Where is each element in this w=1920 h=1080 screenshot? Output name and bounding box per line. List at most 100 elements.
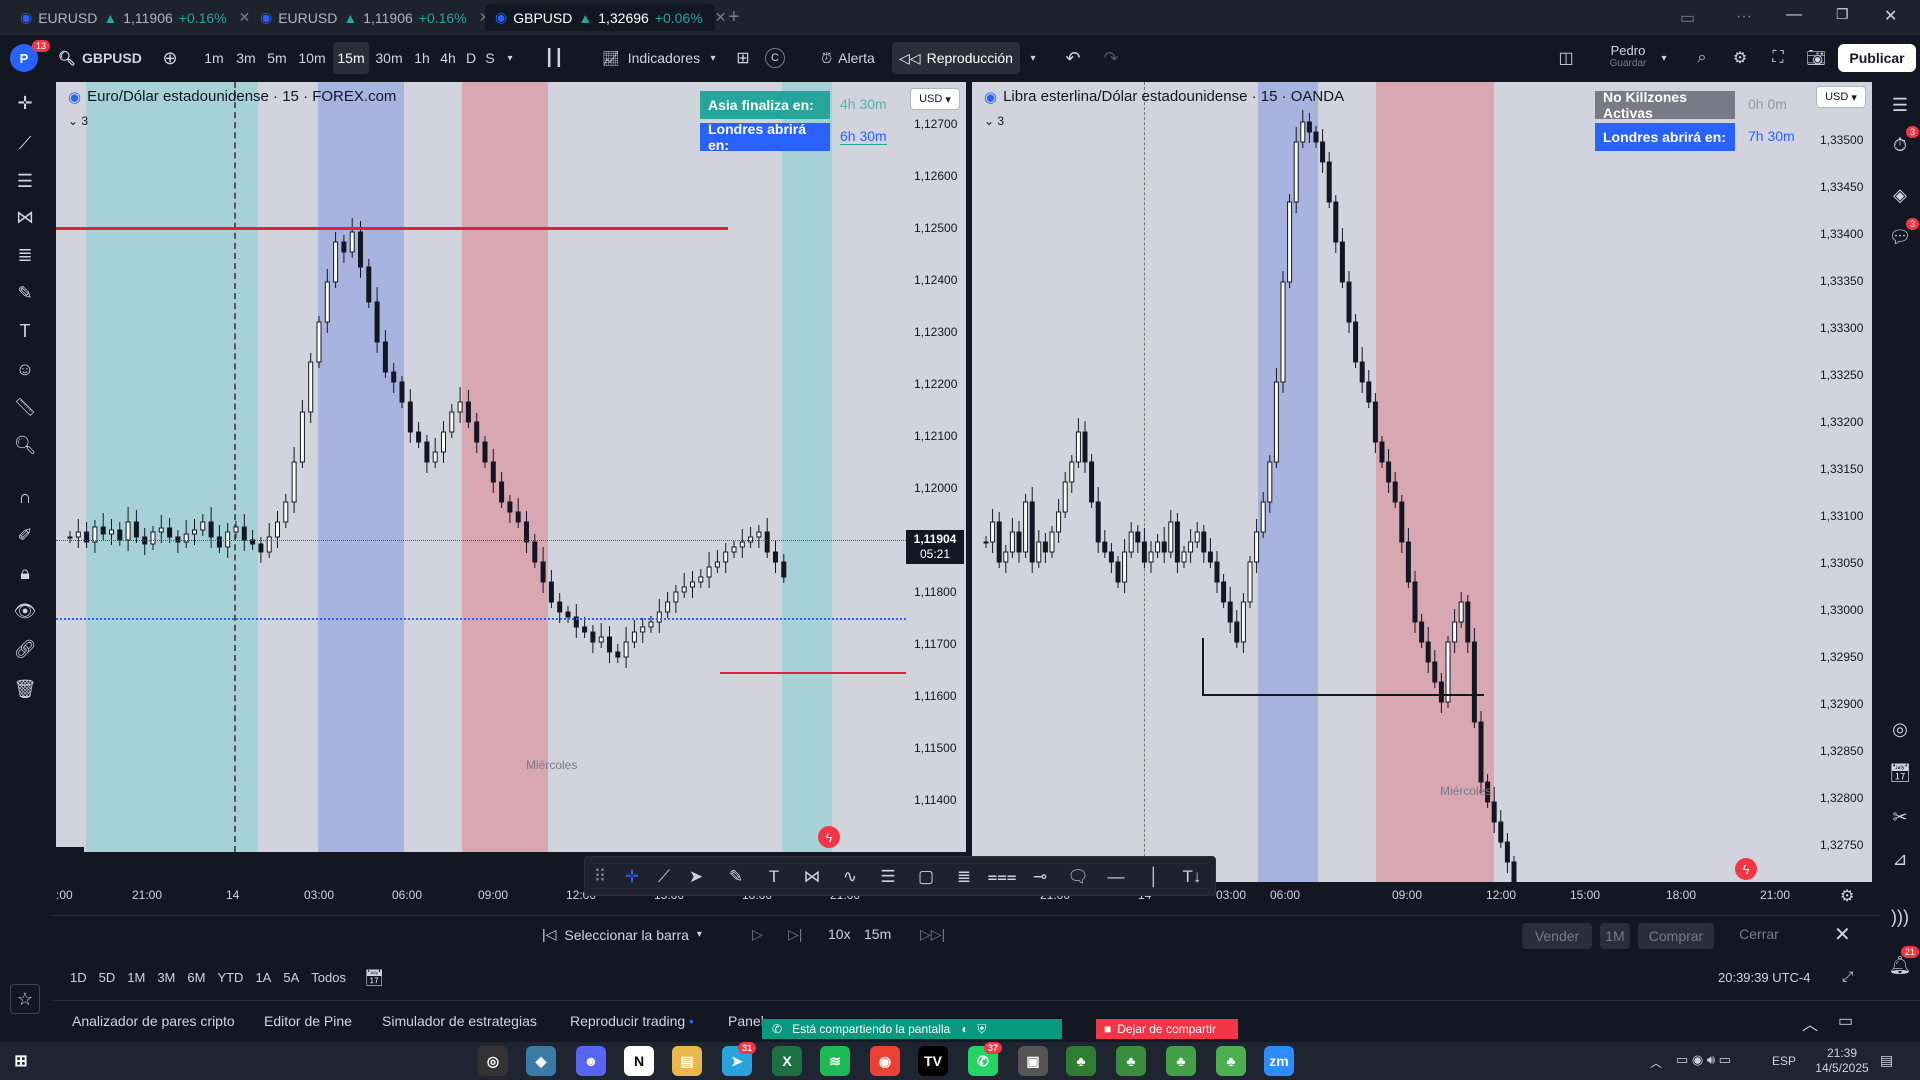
cursor-icon[interactable]: ➤: [681, 862, 711, 892]
app-icon-4[interactable]: ♣: [1066, 1046, 1096, 1076]
symbol-search[interactable]: 🔍︎ GBPUSD: [58, 42, 142, 74]
chrome-icon[interactable]: ◉: [870, 1046, 900, 1076]
jump-to-realtime-icon[interactable]: ▷▷|: [920, 926, 945, 943]
replay-button[interactable]: ◁◁ Reproducción: [892, 42, 1020, 74]
chart-legend[interactable]: ◉ Euro/Dólar estadounidense · 15 · FOREX…: [68, 88, 396, 106]
layers-icon[interactable]: ◈: [1885, 180, 1915, 210]
tray-icons[interactable]: ▭ ◉ 🔊︎ ▭: [1676, 1052, 1731, 1068]
maximize-icon[interactable]: ❐: [1836, 6, 1849, 23]
language-indicator[interactable]: ESP: [1772, 1054, 1796, 1068]
trendline-icon[interactable]: ⟋: [649, 862, 679, 892]
ruler-angle-icon[interactable]: ⊿: [1885, 844, 1915, 874]
resistance-line[interactable]: [56, 227, 728, 230]
text-icon[interactable]: T: [10, 316, 40, 346]
tf-s[interactable]: S: [481, 42, 499, 74]
tf-3m[interactable]: 3m: [232, 42, 260, 74]
tf-4h[interactable]: 4h: [436, 42, 460, 74]
window-close-icon[interactable]: ✕: [1884, 6, 1897, 26]
fib-icon[interactable]: ≣: [10, 240, 40, 270]
crosshair-icon[interactable]: ✛: [617, 862, 647, 892]
rectangle-icon[interactable]: ▢: [911, 862, 941, 892]
tradingview-taskbar-icon[interactable]: TV: [918, 1046, 948, 1076]
low-line[interactable]: [720, 672, 906, 674]
cast-icon[interactable]: ▭: [1680, 8, 1695, 28]
telegram-icon[interactable]: ➤ 31: [722, 1042, 756, 1076]
vertical-line-icon[interactable]: │: [1139, 862, 1169, 892]
settings-gear-icon[interactable]: ⚙: [1726, 42, 1754, 74]
trendline-icon[interactable]: ⟋: [10, 128, 40, 158]
windows-start-icon[interactable]: ⊞: [6, 1046, 36, 1076]
app-icon-2[interactable]: ◆: [526, 1046, 556, 1076]
currency-selector[interactable]: USD ▾: [910, 88, 960, 110]
gann-icon[interactable]: ⩶: [987, 862, 1017, 892]
brush-icon[interactable]: ✎: [721, 862, 751, 892]
signal-icon[interactable]: ))): [1885, 902, 1915, 932]
indicator-count[interactable]: ⌄ 3: [984, 114, 1004, 128]
range-1a[interactable]: 1A: [255, 970, 271, 985]
app-icon-7[interactable]: ♣: [1216, 1046, 1246, 1076]
chevron-down-icon[interactable]: ▾: [1656, 42, 1672, 74]
drag-handle-icon[interactable]: ⠿: [585, 862, 615, 892]
close-icon[interactable]: ✕: [239, 9, 251, 26]
range-5d[interactable]: 5D: [99, 970, 116, 985]
stop-sharing-button[interactable]: ■ Dejar de compartir: [1096, 1019, 1238, 1039]
chevron-down-icon[interactable]: ▾: [704, 42, 722, 74]
chevron-up-icon[interactable]: ︿: [1802, 1011, 1818, 1035]
notification-center-icon[interactable]: ▤: [1880, 1052, 1893, 1069]
app-icon-6[interactable]: ♣: [1166, 1046, 1196, 1076]
candle-type-icon[interactable]: ┃┃: [540, 42, 568, 74]
quick-search-icon[interactable]: ⌕: [1688, 42, 1716, 74]
speed-selector[interactable]: 10x: [828, 926, 851, 942]
chevron-down-icon[interactable]: ▾: [500, 42, 520, 74]
step-forward-icon[interactable]: ▷|: [788, 926, 802, 943]
ray-icon[interactable]: ⊸: [1025, 862, 1055, 892]
text-size-icon[interactable]: T↓: [1177, 862, 1207, 892]
select-bar-button[interactable]: |◁ Seleccionar la barra ▾: [542, 926, 702, 943]
system-clock[interactable]: 21:39 14/5/2025: [1812, 1046, 1872, 1076]
range-3m[interactable]: 3M: [157, 970, 175, 985]
tab-gbpusd[interactable]: ◉ GBPUSD ▲ 1,32696 +0.06% ✕: [485, 4, 726, 31]
tab-eurusd-2[interactable]: ◉ EURUSD ▲ 1,11906 +0.16% ✕: [250, 4, 490, 31]
pattern-icon[interactable]: ⋈: [797, 862, 827, 892]
scissor-icon[interactable]: ✂: [1885, 802, 1915, 832]
file-explorer-icon[interactable]: ▤: [672, 1046, 702, 1076]
pane-divider[interactable]: [966, 82, 972, 912]
right-price-axis[interactable]: USD ▾ 1,33500 1,33450 1,33400 1,33350 1,…: [1812, 82, 1872, 882]
tab-pine-editor[interactable]: Editor de Pine: [264, 1013, 352, 1029]
more-icon[interactable]: ···: [1736, 8, 1752, 26]
close-replay-icon[interactable]: ✕: [1834, 922, 1851, 947]
tf-30m[interactable]: 30m: [372, 42, 406, 74]
tab-panel[interactable]: Panel: [728, 1013, 764, 1029]
tray-chevron-icon[interactable]: ︿: [1650, 1054, 1662, 1071]
tf-1m[interactable]: 1m: [200, 42, 228, 74]
range-all[interactable]: Todos: [311, 970, 346, 985]
play-icon[interactable]: ▷: [752, 926, 763, 943]
link-icon[interactable]: 🔗︎: [10, 634, 40, 664]
redo-icon[interactable]: ↷: [1098, 42, 1124, 74]
tab-strategy-tester[interactable]: Simulador de estrategias: [382, 1013, 537, 1029]
zoom-icon[interactable]: zm: [1264, 1046, 1294, 1076]
parallel-channel-icon[interactable]: ☰: [873, 862, 903, 892]
chart-legend[interactable]: ◉ Libra esterlina/Dólar estadounidense ·…: [984, 88, 1344, 106]
layout-grid-icon[interactable]: ⊞: [730, 42, 756, 74]
split-layout-icon[interactable]: ◫: [1552, 42, 1580, 74]
app-icon-1[interactable]: ◎: [478, 1046, 508, 1076]
watchlist-icon[interactable]: ☰: [1885, 90, 1915, 120]
crosshair-icon[interactable]: ✛: [10, 88, 40, 118]
currency-selector[interactable]: USD ▾: [1816, 86, 1866, 108]
maximize-panel-icon[interactable]: ⤢: [1842, 968, 1853, 985]
buy-button[interactable]: Comprar: [1638, 923, 1714, 949]
alert-button[interactable]: ⏰︎ Alerta: [808, 42, 888, 74]
target-icon[interactable]: ◎: [1885, 714, 1915, 744]
pencil-lock-icon[interactable]: ✐: [10, 520, 40, 550]
close-position-button[interactable]: Cerrar: [1724, 926, 1794, 942]
app-icon-3[interactable]: ▣: [1018, 1046, 1048, 1076]
spotify-icon[interactable]: ≋: [820, 1046, 850, 1076]
emoji-icon[interactable]: ☺: [10, 354, 40, 384]
alerts-clock-icon[interactable]: ⏱ 3: [1885, 126, 1919, 160]
lightning-icon[interactable]: ϟ: [1735, 858, 1757, 880]
bell-icon[interactable]: 🔔︎ 21: [1885, 946, 1919, 980]
magnet-icon[interactable]: ∩: [10, 482, 40, 512]
publish-button[interactable]: Publicar: [1838, 44, 1916, 72]
horizontal-lines-icon[interactable]: ☰: [10, 166, 40, 196]
